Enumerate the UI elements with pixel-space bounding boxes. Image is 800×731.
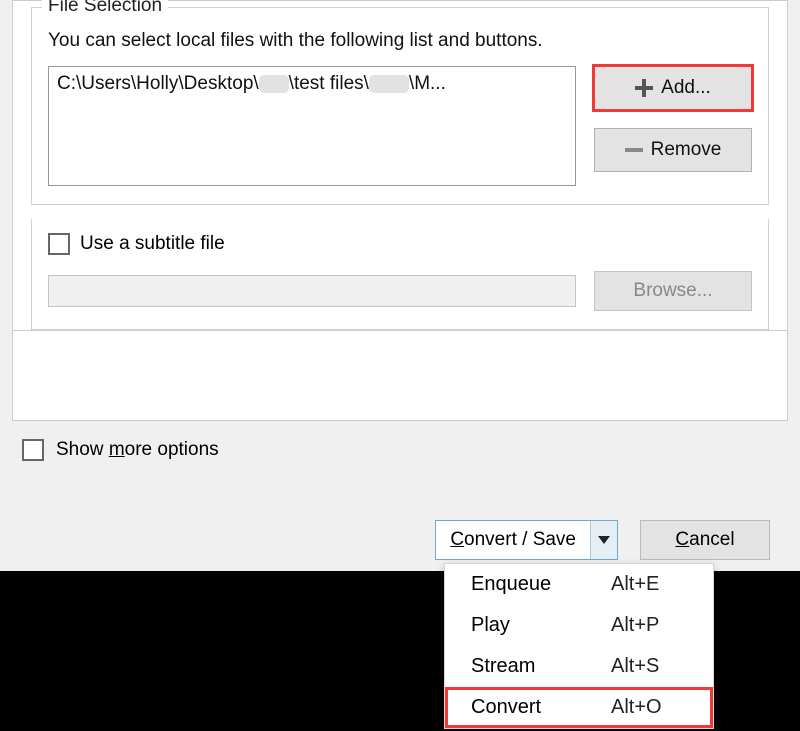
- browse-button-label: Browse...: [633, 280, 712, 302]
- dialog-panel: File Selection You can select local file…: [12, 0, 788, 331]
- dialog-spacer: [12, 331, 788, 421]
- menu-item-stream[interactable]: Stream Alt+S: [445, 646, 713, 687]
- redacted-segment: [369, 75, 409, 93]
- remove-button[interactable]: Remove: [594, 128, 752, 172]
- redacted-segment: [259, 75, 289, 93]
- cancel-button[interactable]: Cancel: [640, 520, 770, 560]
- use-subtitle-checkbox[interactable]: [48, 233, 70, 255]
- file-list[interactable]: C:\Users\Holly\Desktop\\test files\\M...: [48, 66, 576, 186]
- plus-icon: [635, 79, 653, 97]
- menu-item-play[interactable]: Play Alt+P: [445, 605, 713, 646]
- file-selection-title: File Selection: [42, 0, 168, 17]
- subtitle-group: Use a subtitle file Browse...: [31, 219, 769, 330]
- chevron-down-icon: [598, 536, 610, 544]
- file-list-item[interactable]: C:\Users\Holly\Desktop\\test files\\M...: [57, 73, 567, 95]
- convert-save-split-button[interactable]: Convert / Save: [435, 520, 618, 560]
- add-button-label: Add...: [661, 77, 711, 99]
- file-selection-hint: You can select local files with the foll…: [48, 30, 752, 52]
- use-subtitle-label: Use a subtitle file: [80, 233, 225, 255]
- browse-button[interactable]: Browse...: [594, 271, 752, 311]
- dialog-footer: Show more options: [0, 421, 800, 479]
- minus-icon: [625, 148, 643, 152]
- file-selection-group: File Selection You can select local file…: [31, 7, 769, 205]
- menu-item-enqueue[interactable]: Enqueue Alt+E: [445, 564, 713, 605]
- show-more-options-checkbox[interactable]: [22, 439, 44, 461]
- remove-button-label: Remove: [651, 139, 722, 161]
- convert-save-dropdown-toggle[interactable]: [591, 521, 617, 559]
- add-button[interactable]: Add...: [594, 66, 752, 110]
- menu-item-convert[interactable]: Convert Alt+O: [445, 687, 713, 728]
- subtitle-path-input[interactable]: [48, 275, 576, 307]
- convert-save-main[interactable]: Convert / Save: [436, 521, 591, 559]
- convert-save-menu: Enqueue Alt+E Play Alt+P Stream Alt+S Co…: [444, 563, 714, 729]
- show-more-options-label: Show more options: [56, 439, 219, 461]
